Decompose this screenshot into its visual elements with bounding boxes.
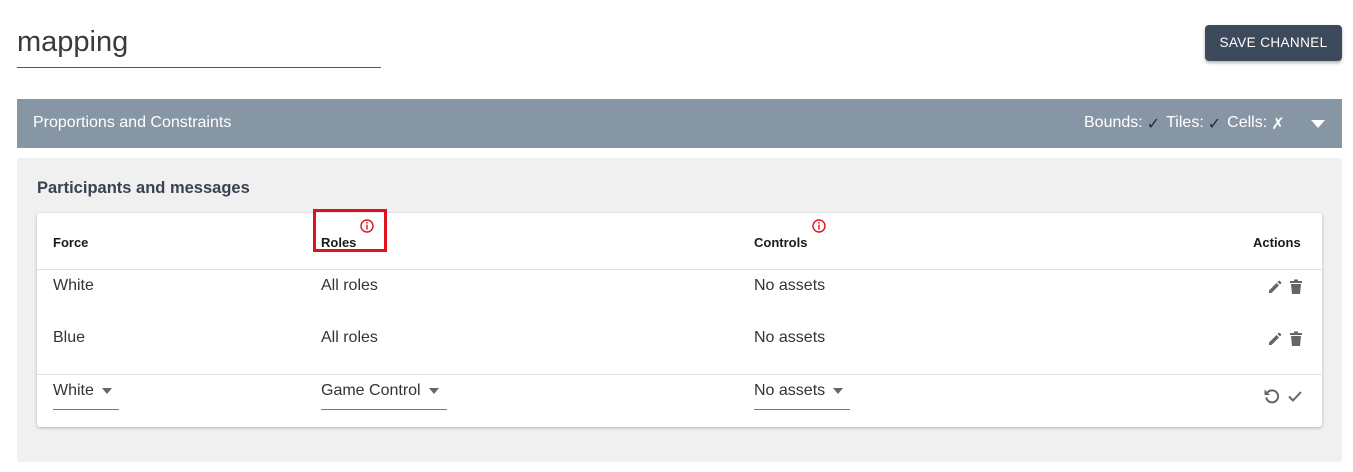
channel-name-value: mapping bbox=[17, 26, 129, 58]
row-force: Blue bbox=[53, 329, 86, 346]
participants-panel: Participants and messages Force Roles Co… bbox=[17, 158, 1342, 462]
constraint-status: Bounds: ✓ Tiles: ✓ Cells: ✗ bbox=[1084, 114, 1285, 134]
edit-icon[interactable] bbox=[1267, 331, 1283, 347]
row-controls: No assets bbox=[754, 329, 826, 346]
controls-select[interactable]: No assets bbox=[754, 372, 850, 410]
delete-icon[interactable] bbox=[1289, 279, 1303, 295]
new-row-actions bbox=[1263, 387, 1303, 405]
controls-select-value: No assets bbox=[754, 381, 826, 399]
header-divider bbox=[37, 269, 1322, 270]
roles-select-value: Game Control bbox=[321, 381, 421, 399]
proportions-accordion-header[interactable]: Proportions and Constraints Bounds: ✓ Ti… bbox=[17, 99, 1342, 148]
bounds-label: Bounds: bbox=[1084, 114, 1143, 131]
check-icon[interactable] bbox=[1287, 388, 1303, 404]
row-force: White bbox=[53, 277, 94, 294]
chevron-down-icon bbox=[833, 387, 844, 394]
participants-table: Force Roles Controls Actions White All r… bbox=[37, 209, 1322, 427]
cells-cross-icon: ✗ bbox=[1271, 116, 1285, 133]
bounds-check-icon: ✓ bbox=[1146, 116, 1161, 133]
controls-info-icon[interactable] bbox=[812, 219, 826, 233]
edit-icon[interactable] bbox=[1267, 279, 1283, 295]
header-controls: Controls bbox=[754, 235, 808, 250]
tiles-label: Tiles: bbox=[1166, 114, 1204, 131]
accordion-title: Proportions and Constraints bbox=[33, 114, 232, 131]
force-select-value: White bbox=[53, 381, 94, 399]
save-channel-button[interactable]: SAVE CHANNEL bbox=[1205, 25, 1342, 61]
row-roles: All roles bbox=[321, 329, 378, 346]
force-select[interactable]: White bbox=[53, 372, 119, 410]
row-actions bbox=[1267, 331, 1303, 347]
tiles-check-icon: ✓ bbox=[1207, 116, 1222, 133]
chevron-down-icon bbox=[101, 387, 112, 394]
row-actions bbox=[1267, 279, 1303, 295]
new-row-divider bbox=[37, 374, 1322, 375]
cells-label: Cells: bbox=[1227, 114, 1268, 131]
header-force: Force bbox=[53, 235, 89, 250]
row-roles: All roles bbox=[321, 277, 378, 294]
channel-name-field[interactable]: mapping bbox=[17, 18, 381, 68]
chevron-down-icon[interactable] bbox=[1310, 119, 1326, 129]
header-actions: Actions bbox=[1253, 235, 1301, 250]
undo-icon[interactable] bbox=[1263, 387, 1281, 405]
roles-info-icon[interactable] bbox=[360, 219, 374, 233]
row-controls: No assets bbox=[754, 277, 826, 294]
panel-title: Participants and messages bbox=[37, 179, 250, 197]
roles-select[interactable]: Game Control bbox=[321, 372, 447, 410]
roles-highlight-box bbox=[313, 209, 387, 252]
chevron-down-icon bbox=[428, 387, 439, 394]
delete-icon[interactable] bbox=[1289, 331, 1303, 347]
